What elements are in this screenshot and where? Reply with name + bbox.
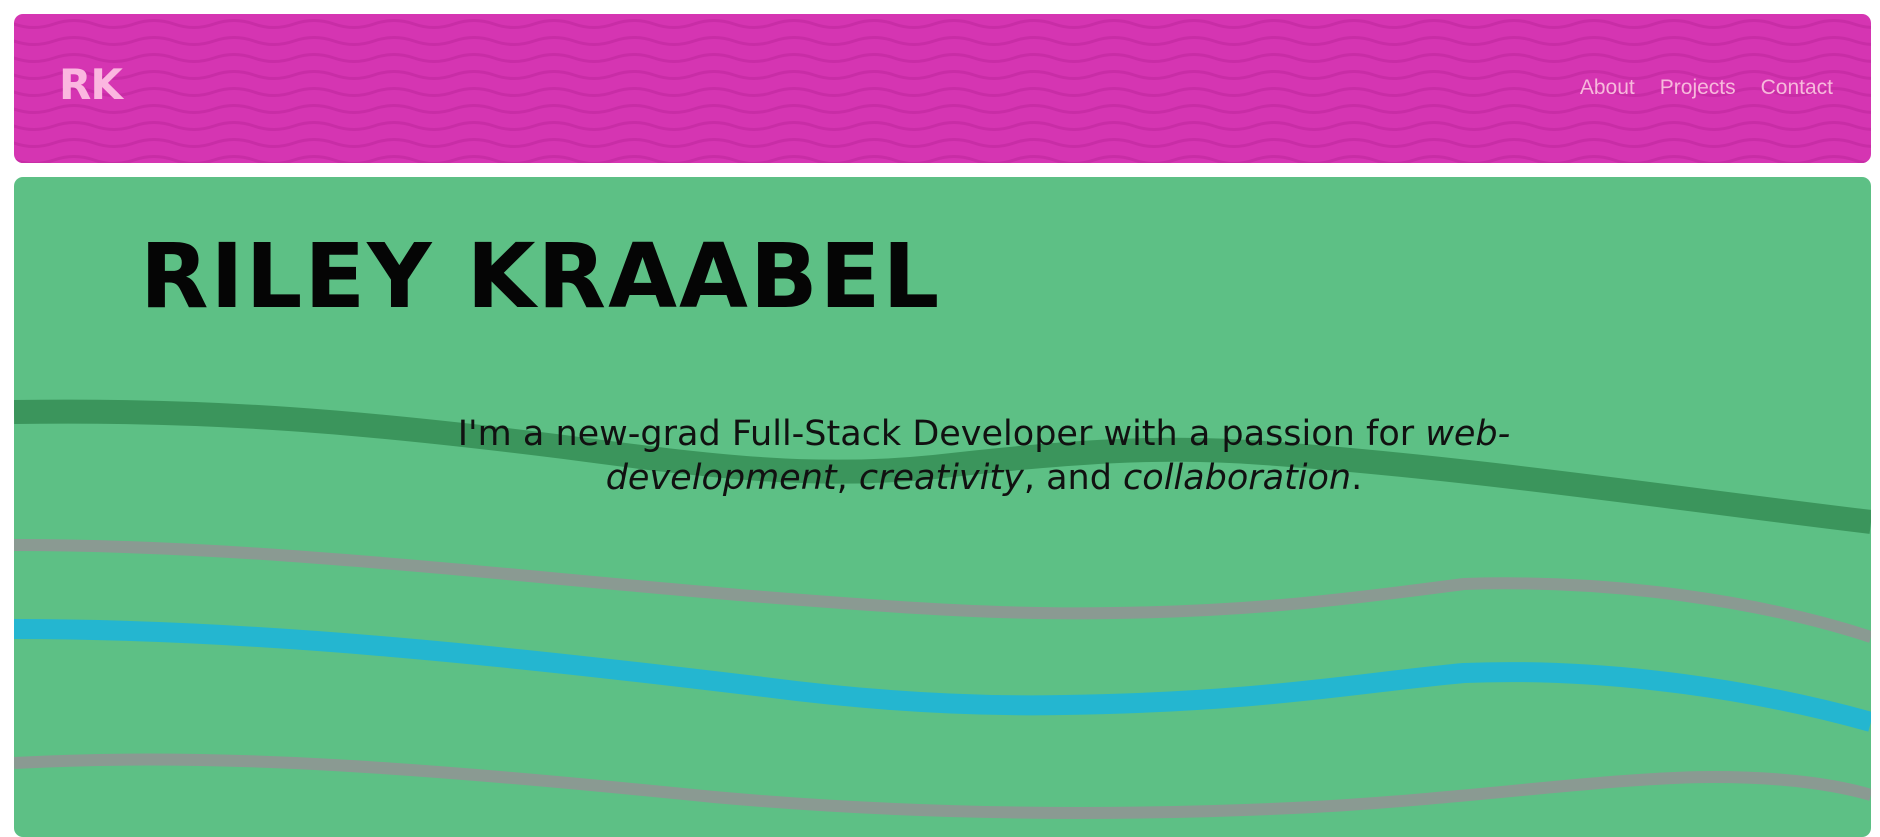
nav-link-contact[interactable]: Contact <box>1761 77 1833 98</box>
hero-section: RILEY KRAABEL I'm a new-grad Full-Stack … <box>14 177 1871 837</box>
hero-tagline: I'm a new-grad Full-Stack Developer with… <box>384 412 1584 500</box>
tagline-intro: I'm a new-grad Full-Stack Developer with… <box>457 414 1426 454</box>
tagline-separator: , <box>836 458 859 498</box>
nav-link-projects[interactable]: Projects <box>1660 77 1736 98</box>
tagline-end: . <box>1351 458 1363 498</box>
nav-link-about[interactable]: About <box>1580 77 1635 98</box>
hero-title: RILEY KRAABEL <box>140 224 942 328</box>
tagline-separator: , and <box>1023 458 1124 498</box>
logo[interactable]: RK <box>59 64 123 106</box>
site-header: RK About Projects Contact <box>14 14 1871 163</box>
tagline-emphasis-creativity: creativity <box>858 458 1024 498</box>
main-nav: About Projects Contact <box>1580 77 1833 98</box>
tagline-emphasis-collaboration: collaboration <box>1123 458 1352 498</box>
